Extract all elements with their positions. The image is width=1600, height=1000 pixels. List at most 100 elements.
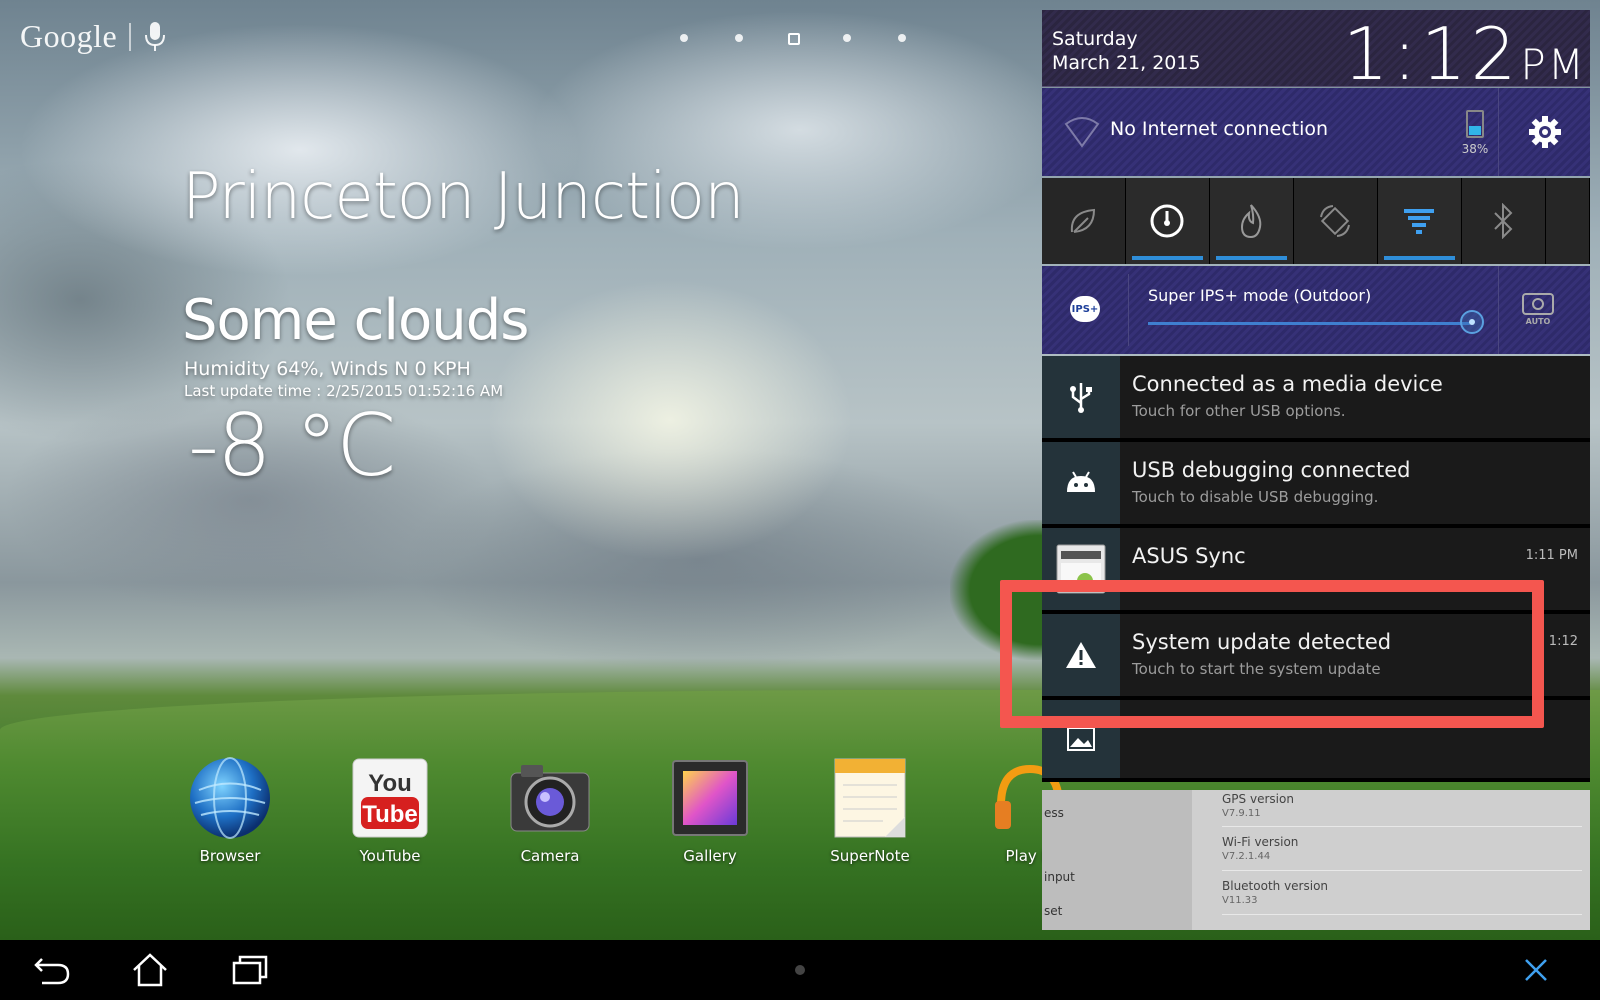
brightness-slider-handle[interactable] [1460,310,1484,334]
page-dot-current [788,33,800,45]
divider [1498,266,1499,354]
microphone-icon[interactable] [143,20,167,54]
toggle-indicator [1552,256,1583,260]
settings-left-item[interactable]: ess [1044,806,1064,820]
divider [1128,274,1129,346]
close-shade-button[interactable] [1508,948,1564,992]
app-camera[interactable]: Camera [495,755,605,865]
auto-brightness-icon[interactable]: AUTO [1520,290,1556,326]
divider [1222,826,1582,827]
highlight-annotation-box [1000,580,1544,728]
divider [1222,870,1582,871]
settings-left-list: ess input set [1042,790,1192,930]
settings-left-item[interactable]: input [1044,870,1075,884]
home-button[interactable] [122,948,178,992]
toggle-indicator [1468,256,1539,260]
app-dock: Browser You Tube YouTube Camera Gallery … [190,755,1065,865]
notification-time: 1:11 PM [1525,548,1578,563]
app-youtube[interactable]: You Tube YouTube [335,755,445,865]
app-label: Camera [520,847,580,865]
wifi-funnel-icon [1404,209,1435,234]
page-dot [898,34,906,42]
settings-left-item[interactable]: set [1044,904,1062,918]
home-icon [133,953,167,987]
app-browser[interactable]: Browser [175,755,285,865]
toggle-performance[interactable] [1125,178,1210,264]
settings-button[interactable] [1498,88,1591,176]
shade-date[interactable]: March 21, 2015 [1052,52,1201,74]
battery-indicator: 38% [1450,110,1500,156]
app-label: Gallery [683,847,737,865]
ips-icon[interactable]: IPS+ [1070,296,1100,322]
toggle-indicator [1215,256,1287,260]
globe-icon [187,755,273,841]
ips-mode-label: Super IPS+ mode (Outdoor) [1148,286,1372,305]
svg-text:You: You [368,770,412,797]
toggle-indicator [1048,256,1119,260]
notification-text: Touch for other USB options. [1132,402,1346,420]
notification-time: 1:12 [1548,634,1578,649]
wifi-status-label: No Internet connection [1110,118,1329,140]
settings-value: V7.9.11 [1222,808,1261,819]
weather-temperature: -8 °C [188,396,396,496]
brightness-slider[interactable] [1148,322,1470,325]
clock-time: 1:12 [1342,12,1521,96]
svg-text:Tube: Tube [362,801,418,828]
toggle-indicator [1383,256,1455,260]
android-icon [1042,442,1120,524]
recent-apps-icon [232,955,268,985]
weather-humidity-wind: Humidity 64%, Winds N 0 KPH [184,358,471,380]
wifi-status-row[interactable]: No Internet connection 38% [1042,88,1590,176]
auto-label: AUTO [1526,317,1551,326]
toggle-bluetooth[interactable] [1461,178,1546,264]
page-dot [843,34,851,42]
notification-usb-media[interactable]: Connected as a media device Touch for ot… [1042,356,1590,442]
divider [129,22,132,51]
divider [1222,914,1582,915]
battery-percent: 38% [1461,142,1489,156]
notification-title: Connected as a media device [1132,372,1443,396]
settings-bluetooth-version: Bluetooth version V11.33 [1222,879,1328,906]
back-button[interactable] [24,948,80,992]
settings-value: V7.2.1.44 [1222,851,1271,862]
settings-label: Wi-Fi version [1222,835,1299,849]
ips-mode-row: IPS+ Super IPS+ mode (Outdoor) AUTO [1042,266,1590,354]
toggle-wifi[interactable] [1377,178,1462,264]
recent-apps-button[interactable] [222,948,278,992]
toggle-indicator [1300,256,1371,260]
toggle-boost[interactable] [1209,178,1294,264]
page-indicator [680,33,910,45]
flame-icon [1241,204,1262,239]
quick-settings-toggles [1042,178,1590,264]
toggle-auto-rotate[interactable] [1293,178,1378,264]
gear-icon [1529,116,1561,148]
page-dot [680,34,688,42]
settings-label: GPS version [1222,792,1294,806]
camera-icon [507,755,593,841]
toggle-more[interactable] [1545,178,1590,264]
settings-label: Bluetooth version [1222,879,1329,893]
usb-icon [1042,356,1120,438]
google-search-bar[interactable]: Google [20,18,167,55]
settings-app-background: ess input set GPS version V7.9.11 Wi-Fi … [1042,790,1590,930]
shade-clock[interactable]: 1:12PM [1343,12,1586,96]
navigation-bar [0,940,1600,1000]
notification-shade: ess input set GPS version V7.9.11 Wi-Fi … [1042,10,1590,930]
speedometer-icon [1150,204,1184,238]
settings-right-list: GPS version V7.9.11 Wi-Fi version V7.2.1… [1192,790,1590,930]
app-gallery[interactable]: Gallery [655,755,765,865]
gallery-icon [667,755,753,841]
toggle-power-saving[interactable] [1042,178,1126,264]
settings-wifi-version: Wi-Fi version V7.2.1.44 [1222,835,1298,862]
app-supernote[interactable]: SuperNote [815,755,925,865]
settings-value: V11.33 [1222,895,1258,906]
notepad-icon [827,755,913,841]
notification-usb-debugging[interactable]: USB debugging connected Touch to disable… [1042,442,1590,528]
battery-icon [1466,110,1484,138]
weather-condition: Some clouds [182,288,529,353]
clock-ampm: PM [1520,40,1586,89]
battery-fill [1469,125,1481,135]
google-logo[interactable]: Google [20,18,117,55]
page-dot [735,34,743,42]
nav-center-dot [772,948,828,992]
